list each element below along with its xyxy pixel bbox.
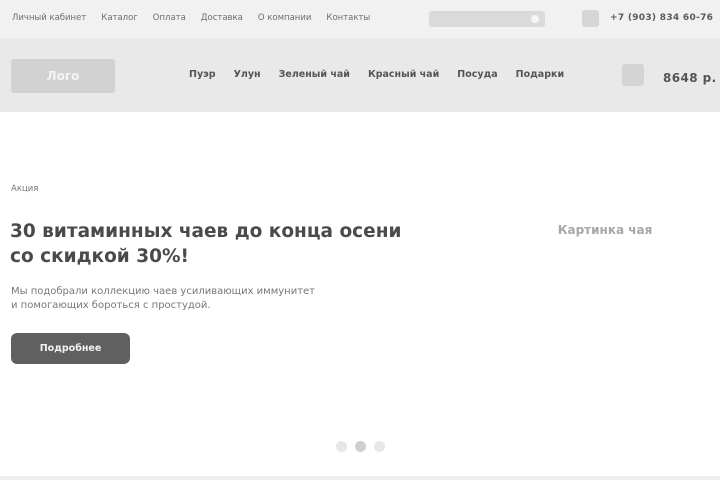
- top-bar: Личный кабинет Каталог Оплата Доставка О…: [0, 0, 720, 38]
- hero-image-placeholder: Картинка чая: [557, 223, 653, 237]
- nav-teaware[interactable]: Посуда: [457, 69, 497, 80]
- slider-dot[interactable]: [374, 441, 385, 452]
- nav-red-tea[interactable]: Красный чай: [368, 69, 439, 80]
- nav-puer[interactable]: Пуэр: [189, 69, 216, 80]
- nav-oolong[interactable]: Улун: [234, 69, 261, 80]
- hero-desc-line-1: Мы подобрали коллекцию чаев усиливающих …: [11, 286, 316, 297]
- promo-tag: Акция: [11, 184, 39, 194]
- cart-total[interactable]: 8648 р.: [663, 71, 717, 85]
- top-nav-catalog[interactable]: Каталог: [101, 13, 138, 23]
- top-nav: Личный кабинет Каталог Оплата Доставка О…: [12, 13, 370, 23]
- nav-green-tea[interactable]: Зеленый чай: [279, 69, 350, 80]
- main-nav: Пуэр Улун Зеленый чай Красный чай Посуда…: [189, 69, 564, 80]
- phone-icon[interactable]: [582, 10, 599, 27]
- slider-dot[interactable]: [355, 441, 366, 452]
- phone-number[interactable]: +7 (903) 834 60-76: [610, 13, 713, 23]
- top-nav-payment[interactable]: Оплата: [153, 13, 186, 23]
- hero-description: Мы подобрали коллекцию чаев усиливающих …: [11, 285, 391, 313]
- slider-dot[interactable]: [336, 441, 347, 452]
- nav-gifts[interactable]: Подарки: [516, 69, 564, 80]
- hero-title-line-2: со скидкой 30%!: [10, 246, 189, 267]
- top-nav-about[interactable]: О компании: [258, 13, 312, 23]
- main-header: Лого Пуэр Улун Зеленый чай Красный чай П…: [0, 38, 720, 112]
- slider-dots: [336, 441, 385, 452]
- hero-desc-line-2: и помогающих бороться с простудой.: [11, 300, 211, 311]
- top-nav-contacts[interactable]: Контакты: [326, 13, 370, 23]
- hero-title: 30 витаминных чаев до конца осени со ски…: [10, 219, 440, 269]
- top-nav-delivery[interactable]: Доставка: [201, 13, 243, 23]
- more-button[interactable]: Подробнее: [11, 333, 130, 364]
- logo[interactable]: Лого: [11, 59, 115, 93]
- cart-icon[interactable]: [622, 64, 644, 86]
- search-icon[interactable]: [531, 15, 539, 23]
- hero-title-line-1: 30 витаминных чаев до конца осени: [10, 221, 402, 242]
- section-divider: [0, 476, 720, 480]
- top-nav-account[interactable]: Личный кабинет: [12, 13, 86, 23]
- search-input[interactable]: [429, 11, 545, 27]
